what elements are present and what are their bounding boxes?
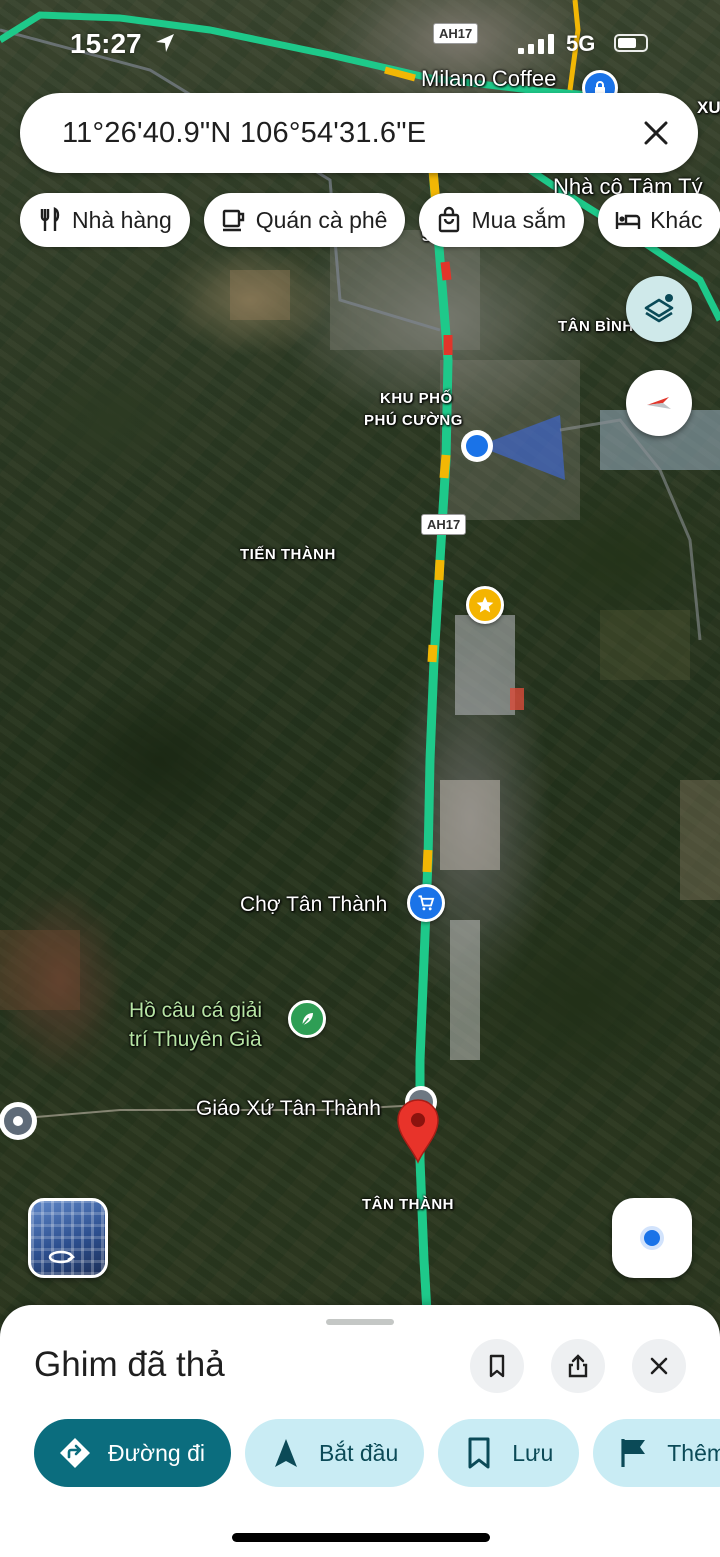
category-chips: Nhà hàng Quán cà phê Mua sắm Khác [20,193,720,247]
more-button[interactable]: Thêm [593,1419,720,1487]
place-label-line: trí Thuyên Già [129,1028,262,1051]
compass-button[interactable] [626,370,692,436]
battery-icon [614,34,648,52]
place-label-xu: XU [697,98,720,117]
chip-label: Nhà hàng [72,206,172,233]
home-indicator [232,1533,490,1542]
star-icon [476,596,494,613]
place-label-milano-coffee[interactable]: Milano Coffee [421,66,556,92]
location-arrow-icon [156,34,174,52]
place-bottom-sheet[interactable]: Ghim đã thả Đường đi Bắt đầu Lưu Thêm [0,1305,720,1557]
rotate-360-icon [48,1250,76,1264]
park-poi-marker[interactable] [288,1000,326,1038]
save-button[interactable]: Lưu [438,1419,580,1487]
sheet-drag-handle[interactable] [326,1319,394,1325]
action-label: Lưu [512,1439,554,1466]
compass-icon [647,397,671,409]
restaurant-icon [40,207,60,231]
shopping-bag-icon [439,206,460,233]
coffee-icon [222,209,244,232]
navigation-arrow-icon [274,1439,297,1467]
place-label-ho-cau-ca[interactable]: Hồ câu cá giải trí Thuyên Già [129,996,262,1054]
dropped-pin-marker[interactable] [397,1099,439,1164]
area-label-tan-binh: TÂN BÌNH [558,318,634,335]
place-label-cho-tan-thanh[interactable]: Chợ Tân Thành [240,893,387,917]
chip-label: Quán cà phê [255,206,388,233]
status-bar: 15:27 5G [0,22,720,66]
chip-label: Mua sắm [471,206,567,233]
share-icon [568,1354,588,1378]
share-button[interactable] [551,1339,605,1393]
hotel-bed-icon [615,212,641,229]
shopping-poi-marker[interactable] [407,884,445,922]
place-label-giao-xu-tan-thanh[interactable]: Giáo Xứ Tân Thành [196,1097,381,1121]
area-label-line: PHÚ CƯỜNG [364,412,463,429]
map-layers-button[interactable] [626,276,692,342]
route-shield: AH17 [421,514,467,535]
my-location-icon [640,1226,664,1250]
place-label-line: Hồ câu cá giải [129,999,263,1022]
area-label-tan-thanh: TÂN THÀNH [362,1196,454,1213]
chip-coffee[interactable]: Quán cà phê [203,193,406,247]
bookmark-icon [468,1437,490,1469]
action-label: Thêm [667,1439,720,1466]
chip-hotels[interactable]: Khác [598,193,720,247]
street-view-thumbnail[interactable] [28,1198,108,1278]
shopping-cart-icon [418,895,435,911]
area-label-line: KHU PHỐ [380,390,453,407]
layers-icon [644,294,674,323]
action-label: Đường đi [108,1439,205,1466]
save-icon-button[interactable] [470,1339,524,1393]
close-sheet-button[interactable] [632,1339,686,1393]
leaf-icon [301,1013,313,1026]
sheet-title: Ghim đã thả [34,1345,225,1384]
search-query[interactable]: 11°26'40.9"N 106°54'31.6"E [62,117,426,150]
star-poi-marker[interactable] [466,586,504,624]
status-time: 15:27 [70,28,142,59]
search-bar[interactable]: 11°26'40.9"N 106°54'31.6"E [20,93,698,173]
directions-icon [60,1438,90,1468]
network-type: 5G [566,31,596,56]
action-buttons-row: Đường đi Bắt đầu Lưu Thêm [34,1419,720,1487]
my-location-button[interactable] [612,1198,692,1278]
close-icon[interactable] [638,115,674,151]
bookmark-icon [489,1354,505,1378]
cellular-signal-icon [518,34,554,54]
chip-shopping[interactable]: Mua sắm [419,193,585,247]
chip-restaurants[interactable]: Nhà hàng [20,193,190,247]
directions-button[interactable]: Đường đi [34,1419,231,1487]
start-navigation-button[interactable]: Bắt đầu [244,1419,425,1487]
area-label-tien-thanh: TIẾN THÀNH [240,546,336,563]
close-icon [650,1357,668,1375]
chip-label: Khác [650,206,703,233]
action-label: Bắt đầu [318,1439,399,1466]
flag-icon [621,1439,646,1467]
area-label-khu-pho-phu-cuong: KHU PHỐ PHÚ CƯỜNG [364,388,463,432]
